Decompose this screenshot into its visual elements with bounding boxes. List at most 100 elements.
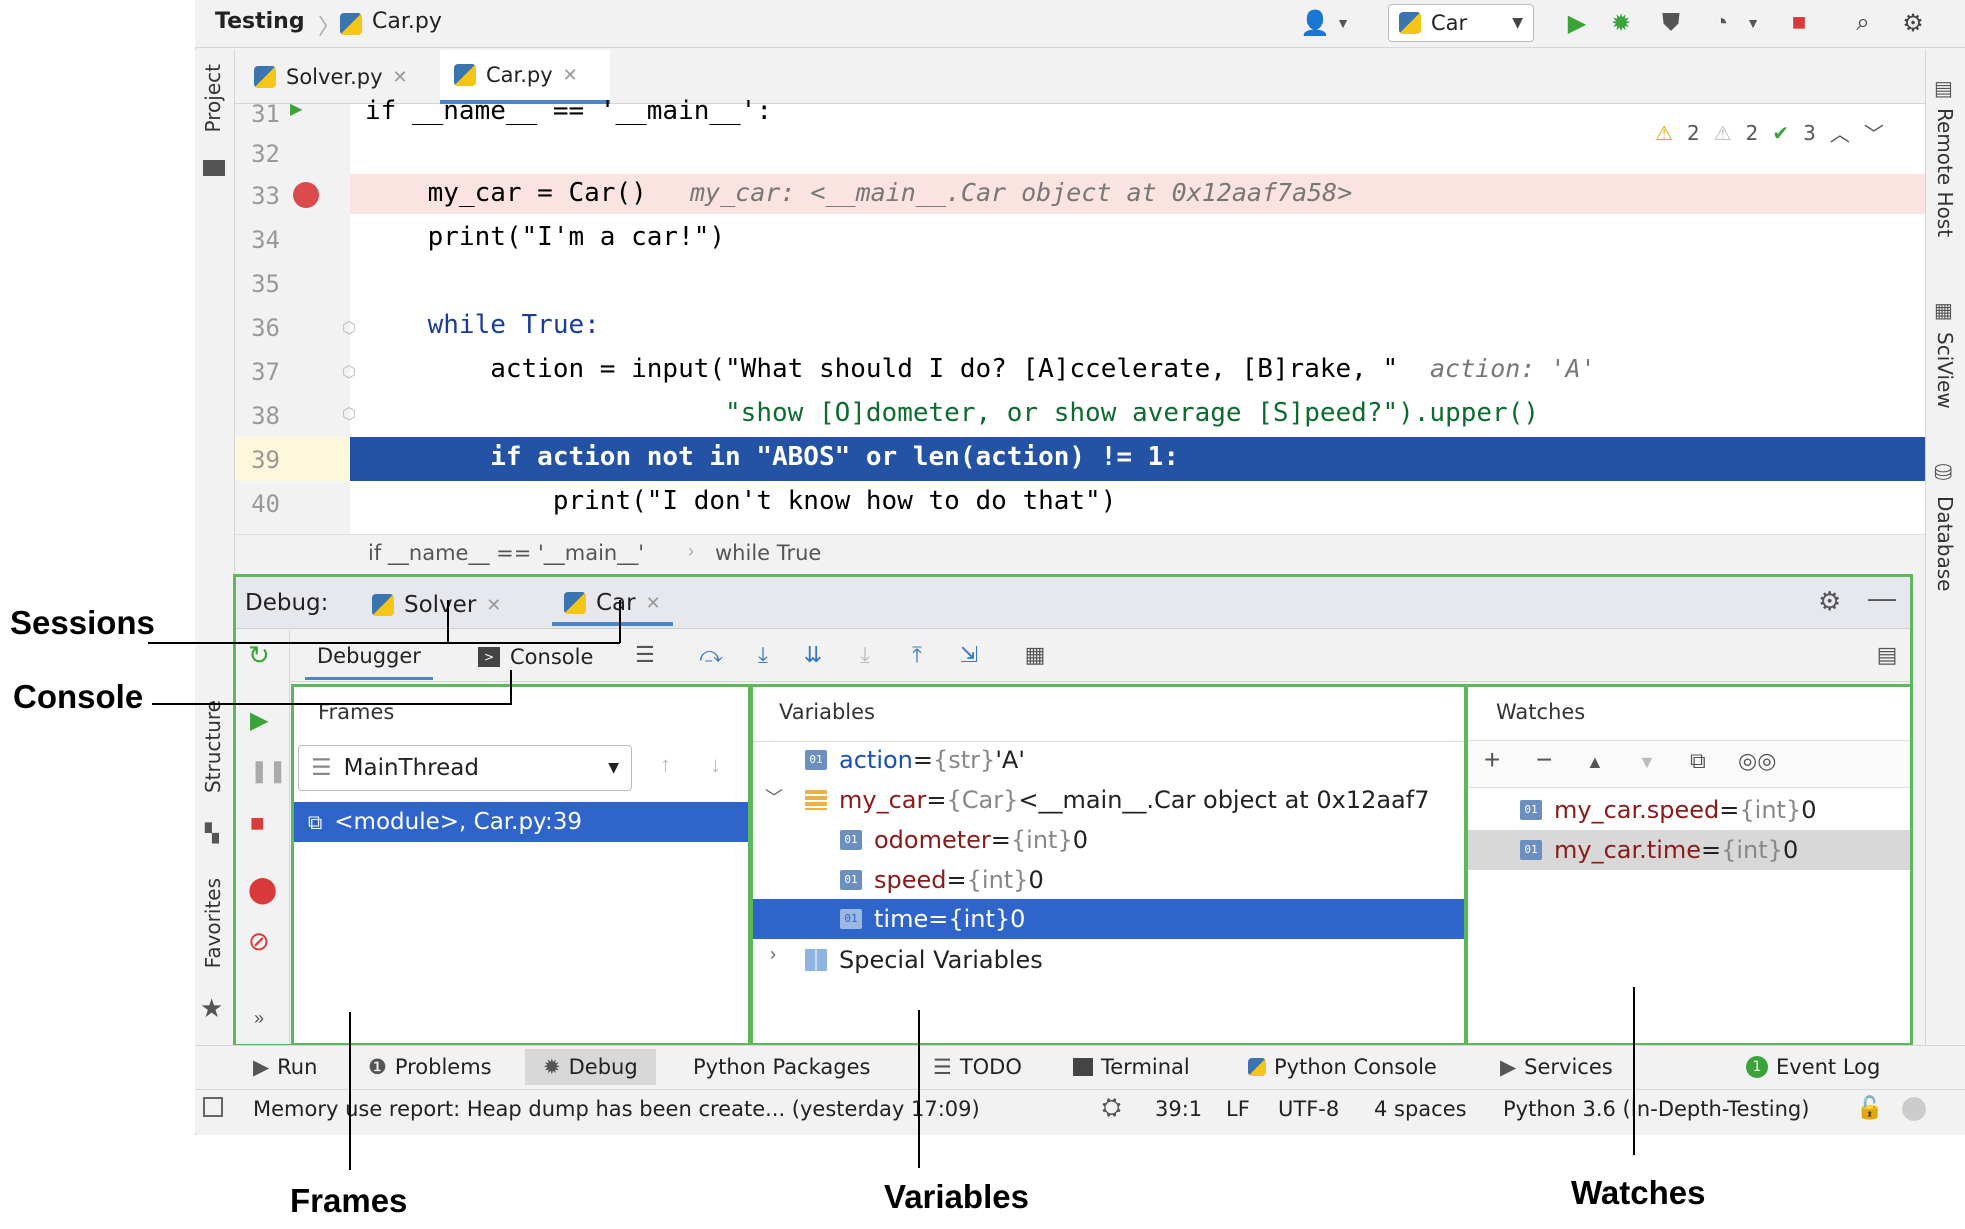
file-encoding[interactable]: UTF-8: [1278, 1097, 1339, 1121]
expand-down-icon[interactable]: ﹀: [765, 784, 783, 810]
variable-row-special[interactable]: Special Variables: [805, 940, 1043, 980]
breakpoint-icon[interactable]: [293, 182, 319, 208]
layout-icon[interactable]: ☰: [630, 640, 660, 670]
tool-tab-todo[interactable]: ☰ TODO: [925, 1049, 1030, 1085]
code-breadcrumb-if[interactable]: if __name__ == '__main__': [368, 541, 644, 565]
indexing-icon[interactable]: ⛭: [1102, 1094, 1121, 1122]
fold-icon[interactable]: ⬡: [342, 404, 356, 424]
copy-watch-icon[interactable]: ⧉: [1690, 748, 1706, 774]
close-icon[interactable]: ✕: [646, 593, 661, 614]
run-gutter-icon[interactable]: ▶: [290, 99, 302, 119]
step-into-icon[interactable]: ⤓: [748, 640, 778, 670]
stop-icon[interactable]: ■: [250, 810, 265, 838]
callout-variables: Variables: [884, 1178, 1029, 1215]
user-icon[interactable]: 👤: [1300, 8, 1330, 38]
tool-tab-python-packages[interactable]: Python Packages: [685, 1049, 878, 1085]
restore-layout-icon[interactable]: ▤: [1872, 640, 1902, 670]
force-step-into-icon[interactable]: ⤓: [850, 640, 880, 670]
step-out-icon[interactable]: ⤒: [902, 640, 932, 670]
var-eq: =: [928, 905, 949, 933]
evaluate-expression-icon[interactable]: ▦: [1020, 640, 1050, 670]
move-up-icon[interactable]: ▲: [1586, 752, 1604, 773]
rerun-icon[interactable]: ↻: [248, 640, 270, 671]
interpreter[interactable]: Python 3.6 (In-Depth-Testing): [1503, 1097, 1809, 1121]
indent-setting[interactable]: 4 spaces: [1374, 1097, 1467, 1121]
int-badge-icon: 01: [805, 750, 827, 770]
thread-selector[interactable]: ☰ MainThread ▼: [298, 745, 632, 791]
breadcrumb-file[interactable]: Car.py: [372, 9, 442, 34]
python-icon: [372, 594, 394, 616]
breadcrumb-project[interactable]: Testing: [215, 9, 305, 34]
profile-icon[interactable]: ◔: [1706, 8, 1736, 38]
inspection-widget[interactable]: ⚠ 2 ⚠ 2 ✔ 3 ︿ ﹀: [1655, 118, 1884, 147]
expand-right-icon[interactable]: ›: [770, 944, 776, 965]
code-breadcrumb-while[interactable]: while True: [715, 541, 821, 565]
fold-icon[interactable]: ⬡: [342, 362, 356, 382]
gear-icon[interactable]: ⚙: [1898, 8, 1928, 38]
session-tab-solver[interactable]: Solver ✕: [360, 584, 513, 626]
fold-icon[interactable]: ⬡: [342, 318, 356, 338]
coverage-icon[interactable]: ⛊: [1656, 8, 1686, 38]
view-breakpoints-icon[interactable]: ⬤: [248, 874, 277, 905]
debug-bug-icon[interactable]: ✹: [1606, 8, 1636, 38]
glasses-icon[interactable]: ◎◎: [1738, 748, 1776, 774]
lock-icon[interactable]: 🔓: [1856, 1095, 1883, 1121]
search-icon[interactable]: ⌕: [1848, 8, 1878, 38]
tool-tab-event-log[interactable]: 1 Event Log: [1738, 1049, 1888, 1085]
resume-icon[interactable]: ▶: [250, 706, 268, 735]
gear-icon[interactable]: ⚙: [1818, 586, 1841, 617]
tab-debugger[interactable]: Debugger: [305, 634, 433, 680]
tool-tab-python-console[interactable]: Python Console: [1240, 1049, 1445, 1085]
minimize-icon[interactable]: —: [1868, 582, 1896, 614]
stop-icon[interactable]: ■: [1784, 8, 1814, 38]
watch-row-speed[interactable]: 01 my_car.speed = {int} 0: [1520, 790, 1817, 830]
tool-tab-services[interactable]: ▶ Services: [1492, 1049, 1621, 1085]
run-icon[interactable]: ▶: [1562, 8, 1592, 38]
close-icon[interactable]: ✕: [486, 595, 501, 616]
run-config-selector[interactable]: Car ▼: [1388, 4, 1534, 42]
tool-tab-debug[interactable]: ✹ Debug: [525, 1049, 656, 1085]
tool-tab-problems[interactable]: ❶ Problems: [360, 1049, 500, 1085]
arrow-down-icon[interactable]: ↓: [710, 752, 721, 778]
status-message[interactable]: Memory use report: Heap dump has been cr…: [253, 1097, 980, 1121]
more-icon[interactable]: »: [254, 1008, 264, 1029]
move-down-icon[interactable]: ▼: [1638, 752, 1656, 773]
chevron-down-icon[interactable]: ▼: [1328, 8, 1358, 38]
tool-tab-run[interactable]: ▶ Run: [245, 1049, 325, 1085]
variable-row-action[interactable]: 01 action = {str} 'A': [805, 740, 1025, 780]
chevron-down-icon[interactable]: ▼: [1738, 8, 1768, 38]
add-watch-icon[interactable]: +: [1484, 744, 1500, 776]
sciview-tool-tab[interactable]: SciView: [1933, 332, 1957, 409]
line-separator[interactable]: LF: [1226, 1097, 1250, 1121]
pause-icon[interactable]: ❚❚: [250, 758, 287, 784]
toggle-tool-windows-icon[interactable]: [203, 1097, 223, 1117]
frame-row-selected[interactable]: ⧉ <module>, Car.py:39: [294, 802, 748, 842]
variable-row-odometer[interactable]: 01 odometer = {int} 0: [840, 820, 1088, 860]
var-value: 0: [1028, 866, 1044, 894]
variable-row-time[interactable]: 01 time = {int} 0: [840, 899, 1025, 939]
chevron-up-icon[interactable]: ︿: [1830, 118, 1850, 147]
tool-tab-terminal[interactable]: Terminal: [1065, 1049, 1198, 1085]
remote-host-tool-tab[interactable]: Remote Host: [1933, 108, 1957, 237]
caret-position[interactable]: 39:1: [1155, 1097, 1202, 1121]
var-value: <__main__.Car object at 0x12aaf7: [1018, 786, 1430, 814]
arrow-up-icon[interactable]: ↑: [660, 752, 671, 778]
session-tab-car[interactable]: Car ✕: [552, 584, 673, 626]
step-into-my-code-icon[interactable]: ⇊: [798, 640, 828, 670]
favorites-tool-tab[interactable]: Favorites: [201, 878, 225, 968]
remove-watch-icon[interactable]: −: [1536, 744, 1552, 776]
chevron-down-icon[interactable]: ﹀: [1864, 118, 1884, 147]
notifications-icon[interactable]: [1902, 1097, 1926, 1121]
database-tool-tab[interactable]: Database: [1933, 496, 1957, 591]
tab-console[interactable]: > Console: [478, 634, 593, 680]
close-icon[interactable]: ✕: [563, 65, 578, 86]
close-icon[interactable]: ✕: [393, 67, 408, 88]
variable-row-speed[interactable]: 01 speed = {int} 0: [840, 860, 1044, 900]
watch-row-time[interactable]: 01 my_car.time = {int} 0: [1520, 830, 1798, 870]
structure-tool-tab[interactable]: Structure: [201, 700, 225, 793]
step-over-icon[interactable]: ⤼: [696, 640, 726, 670]
run-to-cursor-icon[interactable]: ⇲: [954, 640, 984, 670]
variable-row-my-car[interactable]: my_car = {Car} <__main__.Car object at 0…: [805, 780, 1460, 820]
project-tool-tab[interactable]: Project: [201, 64, 225, 132]
mute-breakpoints-icon[interactable]: ⊘: [248, 926, 270, 957]
